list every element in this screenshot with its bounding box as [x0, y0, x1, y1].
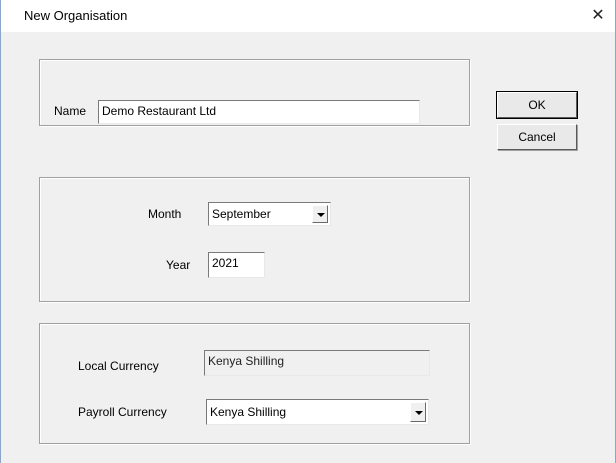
payroll-currency-value: Kenya Shilling [210, 405, 287, 419]
name-label: Name [54, 104, 87, 118]
payroll-currency-label: Payroll Currency [78, 405, 167, 419]
close-button[interactable]: ✕ [581, 0, 615, 32]
window-title: New Organisation [24, 8, 128, 23]
year-field[interactable]: 2021 [208, 252, 265, 278]
month-value: September [212, 207, 271, 221]
local-currency-label: Local Currency [78, 359, 159, 373]
dialog-window: New Organisation ✕ Name Demo Restaurant … [0, 0, 616, 463]
local-currency-field: Kenya Shilling [204, 350, 430, 376]
payroll-currency-dropdown-button[interactable] [410, 402, 426, 422]
name-field[interactable]: Demo Restaurant Ltd [98, 100, 420, 124]
month-dropdown[interactable]: September [208, 202, 331, 226]
ok-button[interactable]: OK [496, 91, 578, 119]
chevron-down-icon [317, 213, 325, 217]
period-group [39, 177, 470, 302]
chevron-down-icon [415, 411, 423, 415]
month-dropdown-button[interactable] [312, 205, 328, 223]
year-label: Year [166, 258, 191, 272]
cancel-button[interactable]: Cancel [497, 124, 577, 150]
title-bar: New Organisation ✕ [1, 0, 615, 32]
close-icon: ✕ [591, 7, 605, 24]
currency-group [39, 323, 470, 444]
payroll-currency-dropdown[interactable]: Kenya Shilling [206, 399, 429, 425]
month-label: Month [148, 207, 182, 221]
